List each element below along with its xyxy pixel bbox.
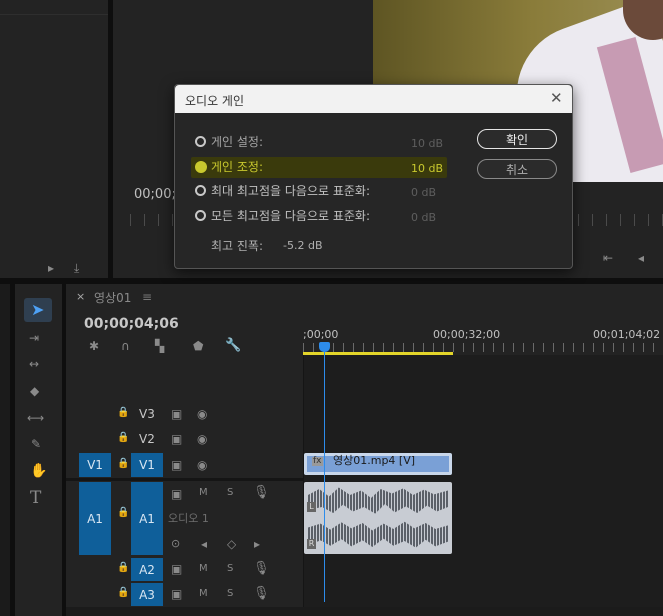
microphone-icon[interactable]: 🎙 bbox=[253, 562, 270, 575]
export-frame-icon[interactable]: ▸ bbox=[48, 262, 54, 274]
video-clip-label: 영상01.mp4 [V] bbox=[333, 454, 416, 467]
razor-icon[interactable]: ◆ bbox=[30, 385, 39, 397]
audio-clip[interactable]: L R bbox=[304, 482, 452, 554]
marker-icon[interactable]: ⬟ bbox=[193, 340, 203, 352]
mute-button[interactable]: M bbox=[199, 588, 208, 599]
ruler-label-1: 00;00;32;00 bbox=[433, 328, 501, 341]
linked-selection-icon[interactable]: ▚ bbox=[155, 340, 164, 352]
menu-icon[interactable]: ≡ bbox=[142, 291, 152, 303]
solo-button[interactable]: S bbox=[227, 563, 233, 574]
option-normalize-all-label: 모든 최고점을 다음으로 표준화: bbox=[211, 209, 371, 223]
audio-channel-l: L bbox=[307, 502, 316, 512]
close-icon[interactable]: ✕ bbox=[550, 91, 563, 106]
project-panel bbox=[0, 0, 108, 278]
microphone-icon[interactable]: 🎙 bbox=[253, 587, 270, 600]
pen-icon[interactable]: ✎ bbox=[31, 438, 41, 450]
add-keyframe-icon[interactable]: ◇ bbox=[227, 538, 236, 550]
lock-icon[interactable]: 🔒 bbox=[117, 563, 129, 573]
wrench-icon[interactable]: 🔧 bbox=[225, 339, 241, 352]
close-tab-icon[interactable]: × bbox=[76, 291, 85, 302]
option-normalize-max-label: 최대 최고점을 다음으로 표준화: bbox=[211, 184, 371, 198]
track-v1-target[interactable]: V1 bbox=[131, 453, 163, 477]
timeline-bottom-edge bbox=[66, 607, 663, 616]
microphone-icon[interactable]: 🎙 bbox=[253, 486, 270, 499]
radio-normalize-all[interactable] bbox=[195, 210, 206, 221]
selection-arrow-icon: ➤ bbox=[31, 300, 45, 319]
eye-icon[interactable]: ◉ bbox=[197, 408, 207, 420]
sync-lock-icon[interactable]: ▣ bbox=[171, 433, 182, 445]
magnet-icon[interactable]: ∩ bbox=[121, 340, 130, 352]
option-normalize-all-value[interactable]: 0 dB bbox=[411, 211, 436, 224]
option-adjust-gain-label: 게인 조정: bbox=[211, 160, 264, 174]
lock-icon[interactable]: 🔒 bbox=[117, 588, 129, 598]
step-back-icon[interactable]: ◂ bbox=[638, 252, 644, 264]
eye-icon[interactable]: ◉ bbox=[197, 459, 207, 471]
lock-icon[interactable]: 🔒 bbox=[117, 433, 129, 443]
peak-amplitude-label: 최고 진폭: bbox=[211, 239, 264, 253]
sync-lock-icon[interactable]: ▣ bbox=[171, 588, 182, 600]
mute-button[interactable]: M bbox=[199, 563, 208, 574]
option-set-gain-label: 게인 설정: bbox=[211, 135, 264, 149]
source-patch-v1[interactable]: V1 bbox=[79, 453, 111, 477]
snap-icon[interactable]: ✱ bbox=[89, 340, 99, 352]
peak-amplitude-value: -5.2 dB bbox=[283, 239, 323, 252]
mute-button[interactable]: M bbox=[199, 487, 208, 498]
radio-adjust-gain[interactable] bbox=[195, 161, 207, 173]
ruler-label-2: 00;01;04;02 bbox=[593, 328, 661, 341]
go-to-in-icon[interactable]: ⇤ bbox=[603, 252, 613, 264]
track-a2-target[interactable]: A2 bbox=[131, 558, 163, 581]
hand-icon[interactable]: ✋ bbox=[30, 464, 47, 478]
sync-lock-icon[interactable]: ▣ bbox=[171, 563, 182, 575]
next-keyframe-icon[interactable]: ▸ bbox=[254, 538, 260, 550]
solo-button[interactable]: S bbox=[227, 588, 233, 599]
track-row-v3 bbox=[66, 402, 303, 428]
option-normalize-max-value[interactable]: 0 dB bbox=[411, 186, 436, 199]
sync-lock-icon[interactable]: ▣ bbox=[171, 408, 182, 420]
lock-icon[interactable]: 🔒 bbox=[117, 459, 129, 469]
track-a1-subname: 오디오 1 bbox=[168, 512, 209, 525]
project-scroll-line bbox=[0, 14, 108, 15]
dialog-title: 오디오 게인 bbox=[185, 94, 245, 108]
track-a1-target[interactable]: A1 bbox=[131, 482, 163, 555]
lock-icon[interactable]: 🔒 bbox=[117, 508, 129, 518]
ruler-label-0: ;00;00 bbox=[303, 328, 339, 341]
playhead-handle[interactable] bbox=[319, 342, 330, 352]
radio-set-gain[interactable] bbox=[195, 136, 206, 147]
track-select-icon[interactable]: ⇥ bbox=[29, 332, 39, 344]
insert-icon[interactable]: ⤓ bbox=[74, 262, 79, 274]
track-row-v2 bbox=[66, 427, 303, 453]
audio-channel-r: R bbox=[307, 539, 316, 549]
eye-icon[interactable]: ◉ bbox=[197, 433, 207, 445]
sync-lock-icon[interactable]: ▣ bbox=[171, 488, 182, 500]
waveform-right bbox=[308, 521, 448, 548]
prev-keyframe-icon[interactable]: ◂ bbox=[201, 538, 207, 550]
type-tool-icon[interactable]: T bbox=[30, 490, 41, 507]
time-ruler[interactable] bbox=[303, 343, 663, 352]
ripple-edit-icon[interactable]: ↔ bbox=[29, 358, 39, 370]
track-v2-name[interactable]: V2 bbox=[139, 432, 155, 446]
program-timecode: 00;00; bbox=[134, 187, 176, 202]
slip-icon[interactable]: ⟷ bbox=[27, 412, 44, 424]
option-adjust-gain-value[interactable]: 10 dB bbox=[411, 162, 443, 175]
radio-normalize-max[interactable] bbox=[195, 185, 206, 196]
solo-button[interactable]: S bbox=[227, 487, 233, 498]
playhead-line[interactable] bbox=[324, 350, 325, 602]
lock-icon[interactable]: 🔒 bbox=[117, 408, 129, 418]
track-a3-target[interactable]: A3 bbox=[131, 583, 163, 606]
keyframe-toggle[interactable]: ⊙ bbox=[171, 537, 180, 550]
timeline-tab-title[interactable]: 영상01 bbox=[94, 289, 131, 306]
ok-button[interactable]: 확인 bbox=[477, 129, 557, 149]
option-set-gain-value[interactable]: 10 dB bbox=[411, 137, 443, 150]
timeline-timecode[interactable]: 00;00;04;06 bbox=[84, 316, 179, 332]
fx-badge-icon: fx bbox=[312, 456, 323, 466]
tools-panel bbox=[0, 284, 10, 616]
source-patch-a1[interactable]: A1 bbox=[79, 482, 111, 555]
sync-lock-icon[interactable]: ▣ bbox=[171, 459, 182, 471]
audio-gain-dialog: 오디오 게인 ✕ 게인 설정: 10 dB 게인 조정: 10 dB 최대 최고… bbox=[174, 84, 573, 269]
waveform-left bbox=[308, 487, 448, 514]
track-v3-name[interactable]: V3 bbox=[139, 407, 155, 421]
cancel-button[interactable]: 취소 bbox=[477, 159, 557, 179]
